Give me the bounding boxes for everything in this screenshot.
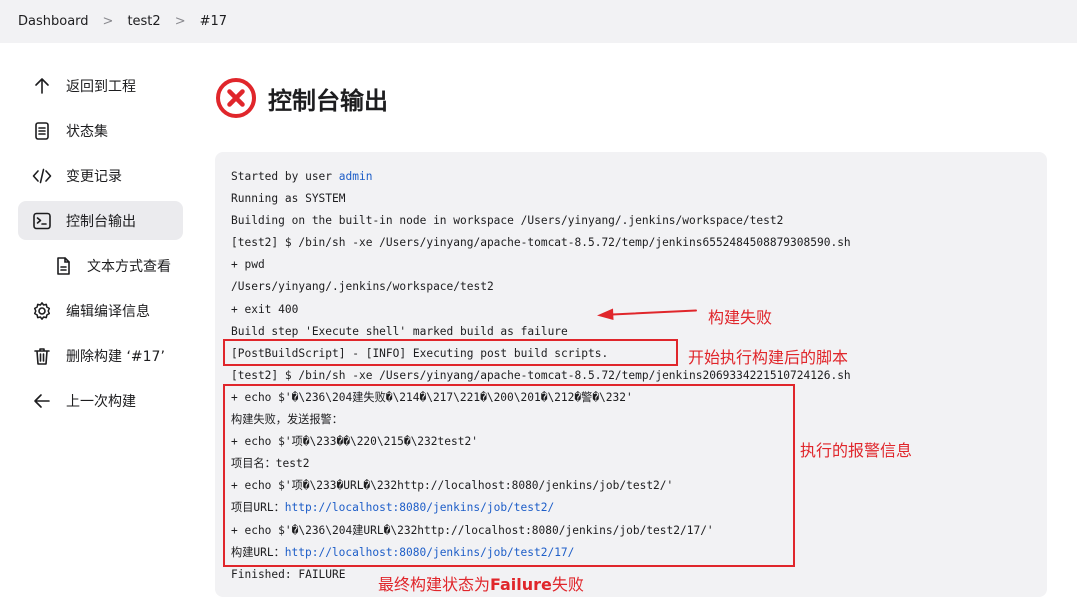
sidebar-item-console-output[interactable]: 控制台输出 — [18, 201, 183, 240]
breadcrumb: Dashboard > test2 > #17 — [0, 0, 1077, 43]
sidebar-item-label: 状态集 — [66, 123, 108, 140]
sidebar-item-label: 删除构建 ‘#17’ — [66, 348, 165, 365]
annotation-start-post-script: 开始执行构建后的脚本 — [688, 348, 849, 367]
annotation-build-failed: 构建失败 — [708, 308, 773, 327]
post-build-highlight-box — [223, 339, 678, 366]
sidebar-item-label: 变更记录 — [66, 168, 122, 185]
sidebar-item-edit-build-info[interactable]: 编辑编译信息 — [18, 291, 183, 330]
breadcrumb-separator: > — [102, 14, 114, 29]
sidebar-item-label: 编辑编译信息 — [66, 303, 150, 320]
sidebar-item-view-as-text[interactable]: 文本方式查看 — [18, 246, 183, 285]
arrow-up-icon — [31, 75, 53, 97]
console-line: Building on the built-in node in workspa… — [231, 214, 784, 228]
sidebar-item-label: 返回到工程 — [66, 78, 136, 95]
document-icon — [31, 120, 53, 142]
annotation-alert-info: 执行的报警信息 — [800, 441, 913, 460]
page-title: 控制台输出 — [268, 86, 388, 115]
sidebar-item-label: 文本方式查看 — [87, 258, 171, 275]
annotation-text: Failure — [490, 575, 552, 594]
user-link[interactable]: admin — [339, 170, 373, 183]
sidebar-item-label: 上一次构建 — [66, 393, 136, 410]
page-header: 控制台输出 — [215, 77, 388, 119]
annotation-final-status: 最终构建状态为Failure失败 — [378, 571, 584, 595]
console-line: [test2] $ /bin/sh -xe /Users/yinyang/apa… — [231, 236, 851, 250]
breadcrumb-build[interactable]: #17 — [200, 14, 227, 29]
trash-icon — [31, 345, 53, 367]
breadcrumb-separator: > — [174, 14, 186, 29]
sidebar-item-changes[interactable]: 变更记录 — [18, 156, 183, 195]
alert-info-highlight-box — [223, 384, 795, 567]
console-line: /Users/yinyang/.jenkins/workspace/test2 — [231, 280, 494, 294]
console-line: + pwd — [231, 258, 265, 272]
gear-icon — [31, 300, 53, 322]
sidebar-item-back-to-project[interactable]: 返回到工程 — [18, 66, 183, 105]
breadcrumb-project[interactable]: test2 — [127, 14, 160, 29]
console-line: Running as SYSTEM — [231, 192, 346, 206]
failure-x-icon — [216, 78, 256, 118]
console-line: Started by user admin — [231, 166, 851, 188]
annotation-text: 最终构建状态为 — [378, 575, 491, 594]
annotation-text: 失败 — [551, 575, 584, 594]
terminal-icon — [31, 210, 53, 232]
code-icon — [31, 165, 53, 187]
arrow-left-icon — [31, 390, 53, 412]
sidebar: 返回到工程 状态集 变更记录 控制台输出 文本方式查看 编辑编译信息 删除构建 … — [18, 66, 183, 426]
sidebar-item-previous-build[interactable]: 上一次构建 — [18, 381, 183, 420]
sidebar-item-status[interactable]: 状态集 — [18, 111, 183, 150]
console-text: Started by user — [231, 170, 339, 183]
sidebar-item-label: 控制台输出 — [66, 213, 136, 230]
breadcrumb-dashboard[interactable]: Dashboard — [18, 14, 89, 29]
text-file-icon — [52, 255, 74, 277]
sidebar-item-delete-build[interactable]: 删除构建 ‘#17’ — [18, 336, 183, 375]
arrow-annotation-icon — [597, 308, 697, 320]
